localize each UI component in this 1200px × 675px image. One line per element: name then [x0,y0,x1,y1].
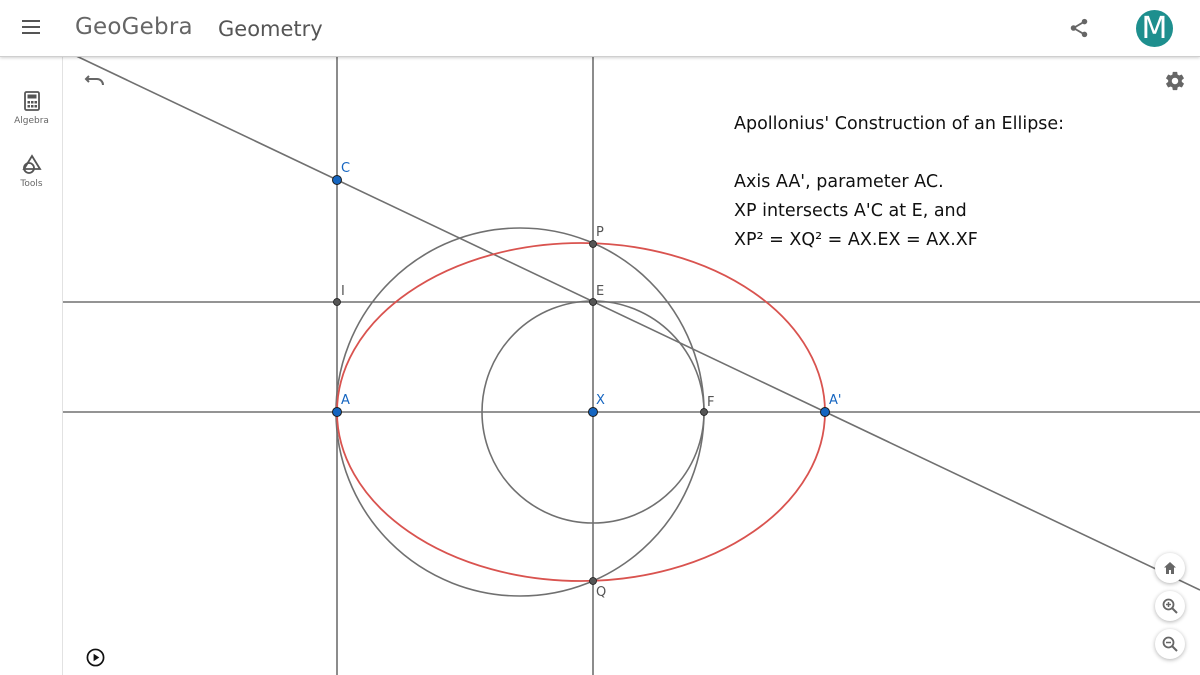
point-p[interactable] [589,240,597,248]
app-header: GeoGebra Geometry M [0,0,1200,57]
app-title: Geometry [218,17,323,41]
label-f: F [707,395,714,410]
home-icon [1164,562,1176,574]
sidebar-item-algebra[interactable]: Algebra [0,91,63,126]
gear-icon[interactable] [1164,70,1186,92]
label-a-prime: A' [829,393,841,408]
label-c: C [341,161,350,176]
sidebar-item-label: Algebra [14,116,49,126]
play-icon[interactable] [86,648,105,667]
sidebar-item-tools[interactable]: Tools [0,154,63,189]
menu-icon[interactable] [22,20,40,34]
point-a-prime[interactable] [820,407,830,417]
description-line [734,139,1064,168]
sidebar: Algebra Tools [0,57,63,675]
share-icon[interactable] [1068,17,1090,39]
geogebra-logo: GeoGebra [75,14,193,40]
zoom-out-button[interactable] [1155,629,1185,659]
point-x[interactable] [588,407,598,417]
undo-icon[interactable] [84,72,106,90]
calculator-icon [23,91,40,111]
label-p: P [596,225,604,240]
point-i[interactable] [333,298,341,306]
description-line: XP² = XQ² = AX.EX = AX.XF [734,230,978,250]
zoom-out-icon [1162,636,1178,652]
label-q: Q [596,585,606,600]
description-line: XP intersects A'C at E, and [734,201,967,221]
label-a: A [341,393,350,408]
point-c[interactable] [332,175,342,185]
shapes-icon [21,154,42,174]
home-button[interactable] [1155,553,1185,583]
description-line: Axis AA', parameter AC. [734,172,944,192]
construction-description[interactable]: Apollonius' Construction of an Ellipse: … [734,110,1064,255]
point-q[interactable] [589,577,597,585]
graphics-view[interactable]: C P I E A X F A' Q [0,0,1200,675]
label-e: E [596,284,604,299]
label-x: X [596,393,605,408]
zoom-in-button[interactable] [1155,591,1185,621]
sidebar-item-label: Tools [20,179,43,189]
description-line: Apollonius' Construction of an Ellipse: [734,114,1065,134]
label-i: I [341,284,345,299]
zoom-in-icon [1162,598,1178,614]
point-a[interactable] [332,407,342,417]
avatar[interactable]: M [1136,10,1173,47]
point-e[interactable] [589,298,597,306]
